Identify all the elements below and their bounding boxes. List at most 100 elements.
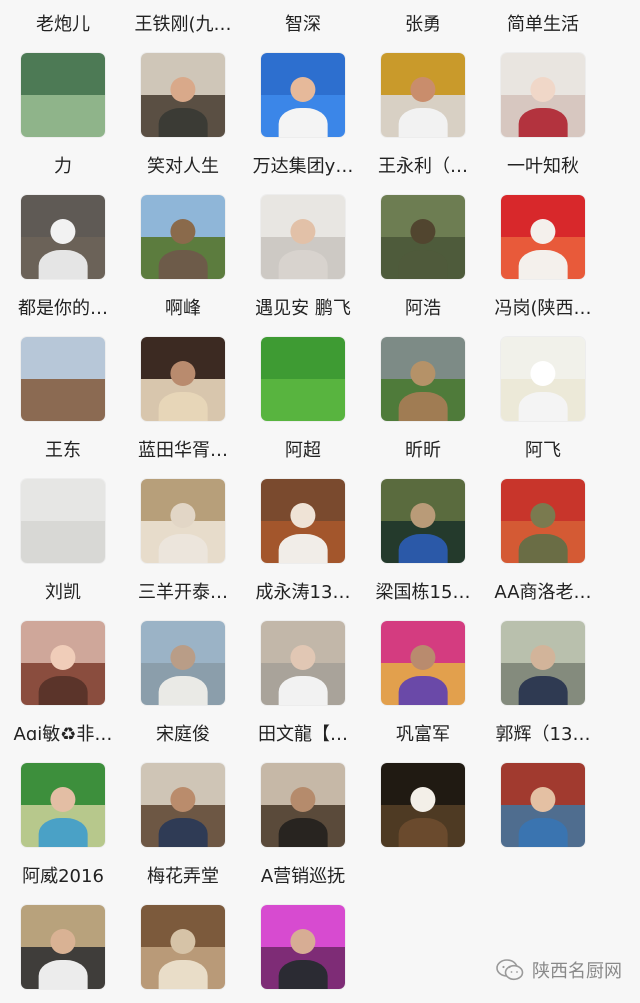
contact-item[interactable]: 一叶知秋 (483, 142, 603, 284)
contact-avatar[interactable] (21, 905, 105, 989)
contact-name: 王东 (45, 440, 81, 461)
contact-avatar[interactable] (141, 905, 225, 989)
avatar-figure-body (278, 534, 328, 563)
contact-avatar[interactable] (21, 53, 105, 137)
contact-avatar[interactable] (381, 763, 465, 847)
contact-avatar[interactable] (501, 53, 585, 137)
contact-name: 田文龍【… (258, 724, 348, 745)
avatar-figure-body (518, 108, 568, 137)
contact-item[interactable]: 王东 (3, 426, 123, 568)
contact-item[interactable]: 力 (3, 142, 123, 284)
contact-avatar[interactable] (501, 621, 585, 705)
contact-item[interactable]: 阿威2016 (3, 852, 123, 994)
avatar-figure-body (278, 960, 328, 989)
contact-avatar[interactable] (21, 621, 105, 705)
contact-item[interactable]: 智深 (243, 0, 363, 142)
avatar-figure-body (38, 676, 88, 705)
contact-avatar[interactable] (21, 337, 105, 421)
contact-avatar[interactable] (261, 337, 345, 421)
contact-item[interactable]: 啊峰 (123, 284, 243, 426)
contact-item[interactable]: 三羊开泰… (123, 568, 243, 710)
contact-avatar[interactable] (261, 479, 345, 563)
avatar-figure-body (38, 250, 88, 279)
contact-avatar[interactable] (381, 195, 465, 279)
contact-name: 三羊开泰… (138, 582, 228, 603)
contact-item[interactable]: 刘凯 (3, 568, 123, 710)
contact-avatar[interactable] (261, 53, 345, 137)
contact-name: 遇见安 鹏飞 (255, 298, 351, 319)
contact-avatar[interactable] (261, 905, 345, 989)
contact-item[interactable]: 王永利（… (363, 142, 483, 284)
contact-avatar[interactable] (501, 337, 585, 421)
contact-item[interactable]: 老炮儿 (3, 0, 123, 142)
contact-name: A营销巡抚 (260, 866, 346, 887)
contact-avatar[interactable] (141, 763, 225, 847)
contact-name: 巩富军 (396, 724, 450, 745)
contact-name: 智深 (285, 14, 321, 35)
contact-item[interactable]: Aɑi敏♻非… (3, 710, 123, 852)
contact-name: 王铁刚(九… (134, 14, 232, 35)
contact-name: 郭辉（13… (495, 724, 591, 745)
contact-item[interactable]: 遇见安 鹏飞 (243, 284, 363, 426)
contact-avatar[interactable] (141, 621, 225, 705)
avatar-background-top (21, 337, 105, 384)
contact-item[interactable]: 蓝田华胥… (123, 426, 243, 568)
contact-item[interactable]: 昕昕 (363, 426, 483, 568)
contact-avatar[interactable] (381, 337, 465, 421)
contact-avatar[interactable] (261, 195, 345, 279)
contact-avatar[interactable] (261, 763, 345, 847)
contact-item[interactable]: A营销巡抚 (243, 852, 363, 994)
contact-item[interactable]: 王铁刚(九… (123, 0, 243, 142)
contact-item[interactable]: 简单生活 (483, 0, 603, 142)
contact-item[interactable]: 巩富军 (363, 710, 483, 852)
contact-name: 力 (54, 156, 72, 177)
avatar-figure-body (518, 534, 568, 563)
contact-item[interactable]: 成永涛13… (243, 568, 363, 710)
contact-item[interactable]: 阿飞 (483, 426, 603, 568)
contact-item[interactable]: 笑对人生 (123, 142, 243, 284)
contact-name: 昕昕 (405, 440, 441, 461)
contact-item[interactable]: AA商洛老… (483, 568, 603, 710)
contact-item[interactable]: 田文龍【… (243, 710, 363, 852)
avatar-figure-body (158, 534, 208, 563)
contact-avatar[interactable] (141, 53, 225, 137)
contact-avatar[interactable] (141, 195, 225, 279)
avatar-background-top (21, 53, 105, 100)
avatar-figure-body (158, 250, 208, 279)
contact-item[interactable]: 阿超 (243, 426, 363, 568)
avatar-figure-body (518, 676, 568, 705)
contact-item[interactable]: 郭辉（13… (483, 710, 603, 852)
contact-item[interactable]: 阿浩 (363, 284, 483, 426)
contact-avatar[interactable] (21, 763, 105, 847)
contact-name: 成永涛13… (255, 582, 351, 603)
contact-item[interactable]: 张勇 (363, 0, 483, 142)
contact-name: 王永利（… (378, 156, 468, 177)
contact-item[interactable]: 宋庭俊 (123, 710, 243, 852)
avatar-figure-body (398, 392, 448, 421)
contact-avatar[interactable] (501, 763, 585, 847)
contact-avatar[interactable] (501, 195, 585, 279)
contact-item[interactable]: 梅花弄堂 (123, 852, 243, 994)
contact-item[interactable]: 梁国栋15… (363, 568, 483, 710)
contact-avatar[interactable] (141, 337, 225, 421)
contact-avatar[interactable] (21, 479, 105, 563)
contact-avatar[interactable] (381, 479, 465, 563)
avatar-figure-body (398, 676, 448, 705)
contact-item[interactable]: 冯岗(陕西… (483, 284, 603, 426)
avatar-figure-body (278, 676, 328, 705)
avatar-background-bottom (21, 379, 105, 421)
contact-avatar[interactable] (501, 479, 585, 563)
contact-name: 笑对人生 (147, 156, 219, 177)
contact-avatar[interactable] (261, 621, 345, 705)
contact-avatar[interactable] (21, 195, 105, 279)
contact-name: 万达集团y… (252, 156, 354, 177)
contact-avatar[interactable] (381, 621, 465, 705)
contact-avatar[interactable] (141, 479, 225, 563)
contact-name: 刘凯 (45, 582, 81, 603)
contact-avatar[interactable] (381, 53, 465, 137)
contact-name: 啊峰 (165, 298, 201, 319)
contact-item[interactable]: 万达集团y… (243, 142, 363, 284)
contact-item[interactable]: 都是你的… (3, 284, 123, 426)
avatar-figure-body (158, 960, 208, 989)
avatar-background-bottom (21, 521, 105, 563)
